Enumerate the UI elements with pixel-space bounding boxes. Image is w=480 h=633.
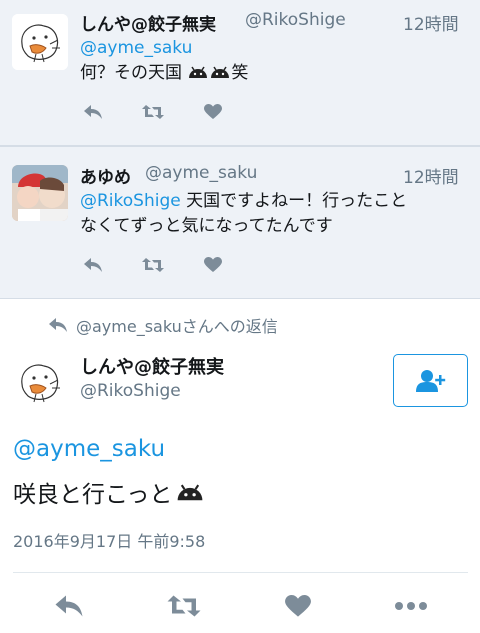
main-mention-link[interactable]: @ayme_saku: [13, 436, 165, 462]
reply-icon: [49, 318, 67, 332]
main-avatar[interactable]: [12, 354, 68, 410]
avatar[interactable]: [12, 14, 68, 70]
tweet-1[interactable]: しんや@餃子無実 @RikoShige 12時間 @ayme_saku 何？その…: [0, 0, 480, 145]
more-button[interactable]: [393, 594, 429, 618]
tweet-time: 12時間: [403, 15, 459, 35]
mention-link[interactable]: @ayme_saku: [80, 38, 192, 58]
like-icon: [204, 257, 222, 272]
reply-button[interactable]: [52, 593, 86, 619]
tweet-text: @ayme_saku 何？その天国 笑: [80, 36, 248, 86]
avatar-image: [12, 165, 68, 221]
main-timestamp: 2016年9月17日 午前9:58: [13, 532, 206, 551]
tweet-body-suffix: 笑: [231, 63, 249, 83]
tweet-body-line-2: なくてずっと気になってたんです: [80, 216, 333, 236]
tweet-body-line-1: 天国ですよねー！行ったこと: [180, 191, 408, 211]
retweet-button[interactable]: [165, 593, 203, 619]
retweet-button[interactable]: [140, 101, 166, 123]
main-tweet-body: 咲良と行こっと: [13, 482, 173, 508]
tweet-author-handle: @ayme_saku: [145, 163, 258, 183]
reply-icon: [55, 595, 83, 617]
retweet-icon: [142, 105, 164, 119]
avatar-image: [12, 354, 68, 410]
main-tweet-text: 咲良と行こっと: [13, 475, 206, 509]
like-button[interactable]: [200, 101, 226, 123]
separator: [0, 298, 480, 299]
tweet-time: 12時間: [403, 168, 459, 188]
like-icon: [204, 104, 222, 119]
tweet-2[interactable]: あゆめ @ayme_saku 12時間 @RikoShige 天国ですよねー！行…: [0, 147, 480, 298]
android-emoji-icon: [178, 484, 203, 501]
like-button[interactable]: [200, 254, 226, 276]
mention-link[interactable]: @RikoShige: [80, 191, 181, 211]
tweet-author-name: あゆめ: [80, 168, 131, 188]
retweet-icon: [142, 258, 164, 272]
avatar-image: [12, 14, 68, 70]
reply-button[interactable]: [80, 101, 106, 123]
reply-context-label: @ayme_sakuさんへの返信: [76, 317, 278, 336]
like-button[interactable]: [284, 593, 312, 619]
android-emoji-icon: [189, 66, 208, 78]
more-icon: [395, 602, 427, 610]
follow-button[interactable]: [393, 354, 468, 407]
reply-icon: [84, 105, 102, 119]
tweet-author-handle: @RikoShige: [245, 10, 346, 30]
reply-button[interactable]: [80, 254, 106, 276]
retweet-button[interactable]: [140, 254, 166, 276]
reply-icon: [84, 258, 102, 272]
tweet-text: @RikoShige 天国ですよねー！行ったこと なくてずっと気になってたんです: [80, 189, 470, 239]
main-author-handle: @RikoShige: [80, 381, 181, 401]
android-emoji-icon: [211, 66, 230, 78]
like-icon: [285, 594, 311, 617]
tweet-body: 何？その天国: [80, 63, 182, 83]
tweet-author-name: しんや@餃子無実: [80, 15, 216, 35]
reply-context[interactable]: @ayme_sakuさんへの返信: [48, 313, 278, 337]
divider: [13, 572, 468, 573]
retweet-icon: [167, 595, 201, 617]
avatar[interactable]: [12, 165, 68, 221]
follow-icon: [415, 369, 445, 392]
main-author-name: しんや@餃子無実: [80, 357, 224, 378]
